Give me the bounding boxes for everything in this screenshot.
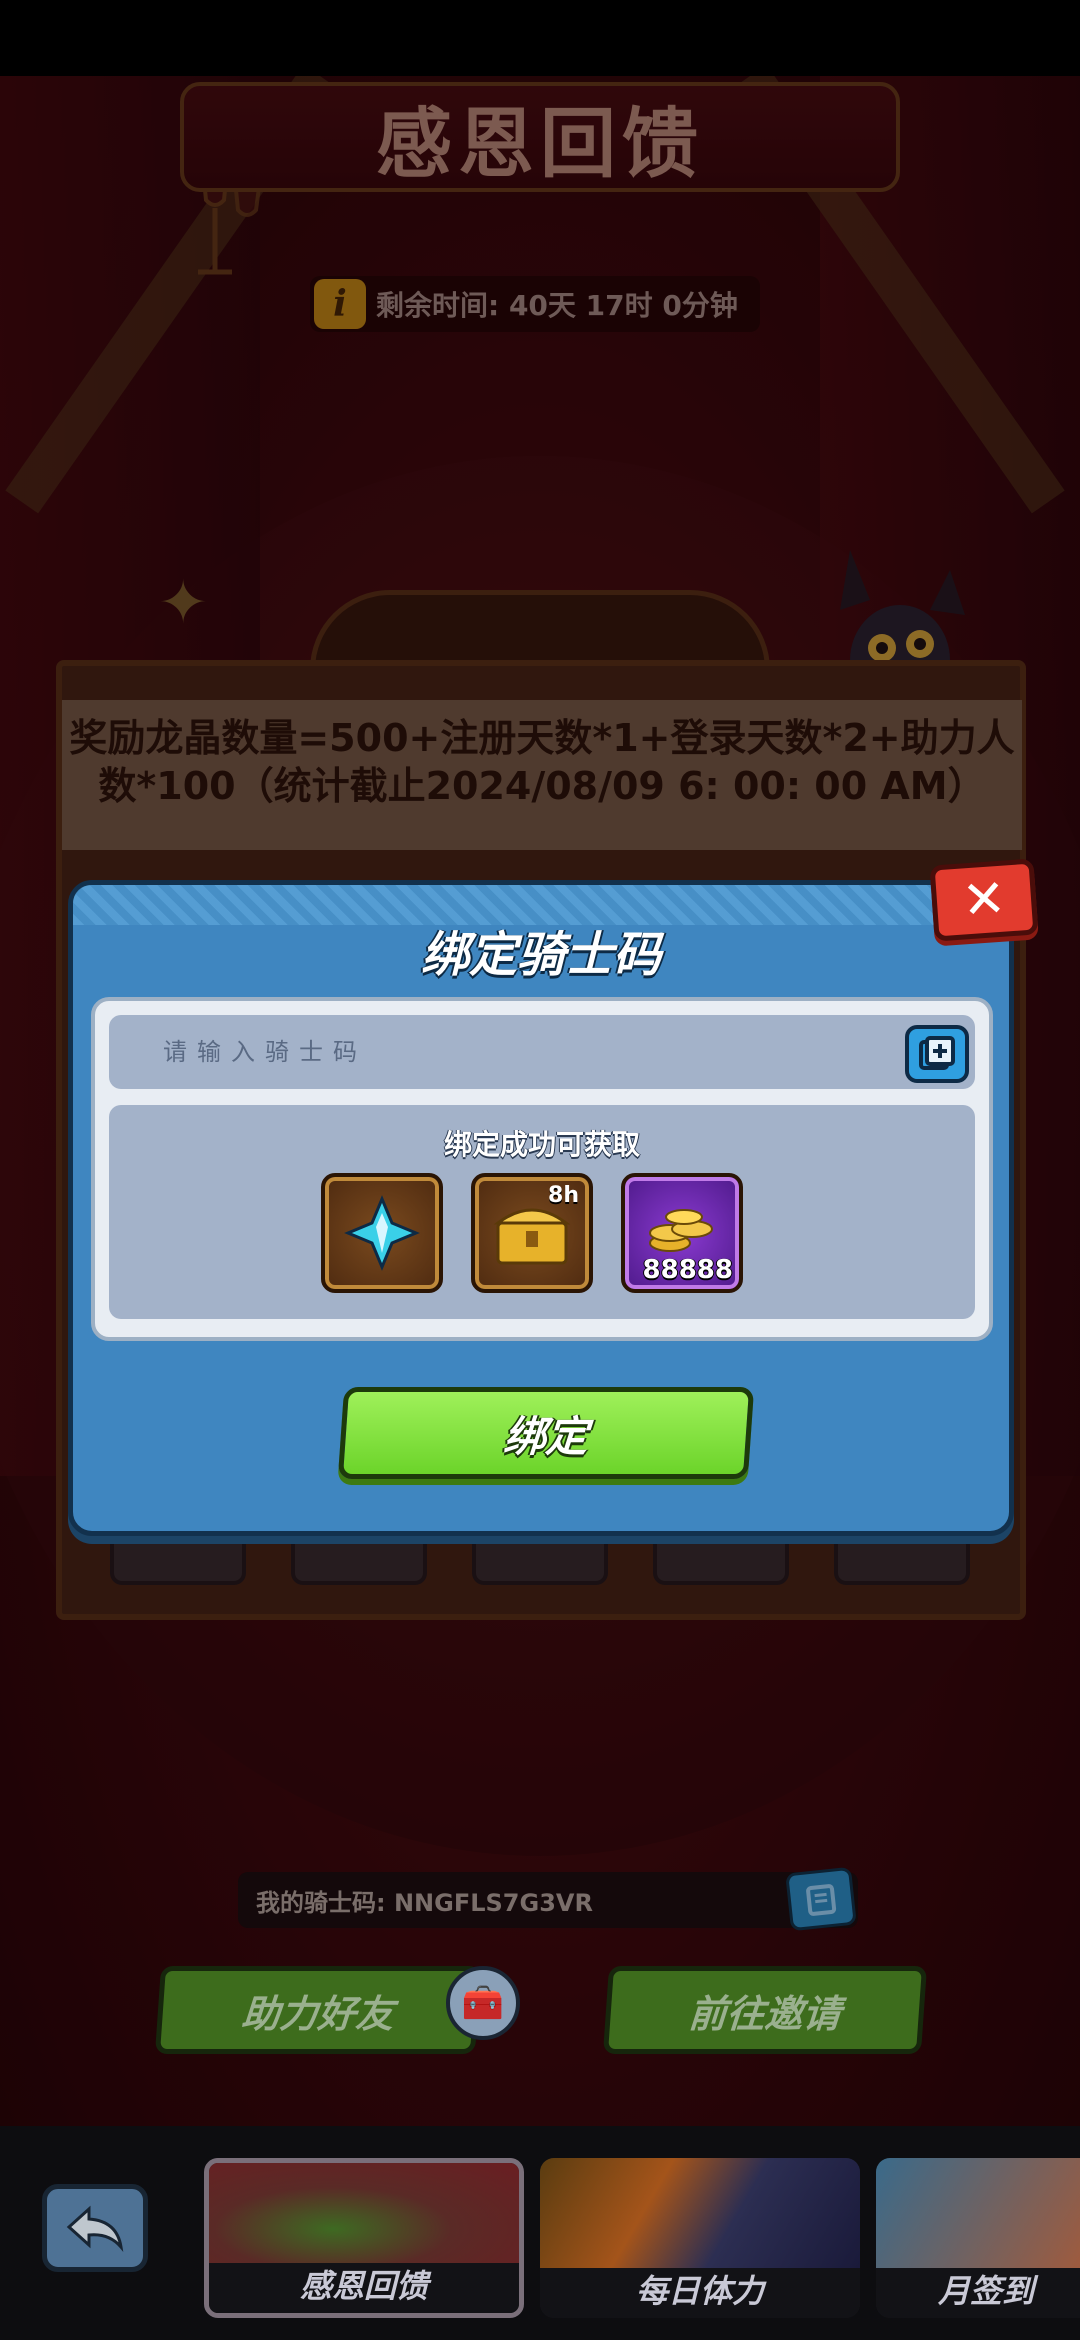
paste-button[interactable] (905, 1025, 969, 1083)
bind-button[interactable]: 绑定 (337, 1387, 755, 1479)
reward-list: 8h 88888 (321, 1173, 743, 1293)
tab-daily-stamina[interactable]: 每日体力 (540, 2158, 860, 2318)
go-invite-button[interactable]: 前往邀请 (602, 1966, 928, 2054)
copy-icon (806, 1884, 837, 1916)
dialog-title: 绑定骑士码 (420, 927, 661, 983)
tab-label: 每日体力 (635, 2272, 764, 2310)
chest-badge-icon: 🧰 (446, 1966, 520, 2040)
reward-heading: 绑定成功可获取 (443, 1128, 640, 1161)
tab-art (876, 2158, 1080, 2268)
tab-label: 月签到 (937, 2272, 1034, 2310)
bind-knight-code-dialog: 绑定骑士码 绑定成功可获取 (68, 880, 1014, 1536)
tab-art (209, 2163, 519, 2273)
my-knight-code-bar: 我的骑士码: NNGFLS7G3VR (238, 1872, 858, 1928)
reward-item-gold[interactable]: 88888 (621, 1173, 743, 1293)
code-input-wrap (109, 1015, 975, 1089)
dialog-panel: 绑定成功可获取 8h (91, 997, 993, 1341)
my-knight-code-text: 我的骑士码: NNGFLS7G3VR (256, 1888, 593, 1917)
paste-icon (919, 1036, 955, 1070)
status-bar (0, 0, 1080, 76)
tab-label: 感恩回馈 (299, 2267, 428, 2305)
reward-item-chest[interactable]: 8h (471, 1173, 593, 1293)
tab-thanks-feedback[interactable]: 感恩回馈 (204, 2158, 524, 2318)
close-button[interactable]: ✕ (929, 858, 1039, 942)
back-arrow-icon (66, 2205, 124, 2252)
reward-item-crystal[interactable] (321, 1173, 443, 1293)
reward-quantity: 88888 (642, 1255, 733, 1285)
tab-monthly-signin[interactable]: 月签到 (876, 2158, 1080, 2318)
help-friend-button[interactable]: 助力好友 (154, 1966, 482, 2054)
reward-box: 绑定成功可获取 8h 88888 (109, 1105, 975, 1319)
back-button[interactable] (42, 2184, 148, 2272)
crystal-shard-icon (344, 1195, 420, 1271)
reward-duration: 8h (548, 1183, 579, 1208)
tab-art (540, 2158, 860, 2268)
copy-code-button[interactable] (785, 1866, 857, 1932)
knight-code-input[interactable] (109, 1015, 889, 1089)
